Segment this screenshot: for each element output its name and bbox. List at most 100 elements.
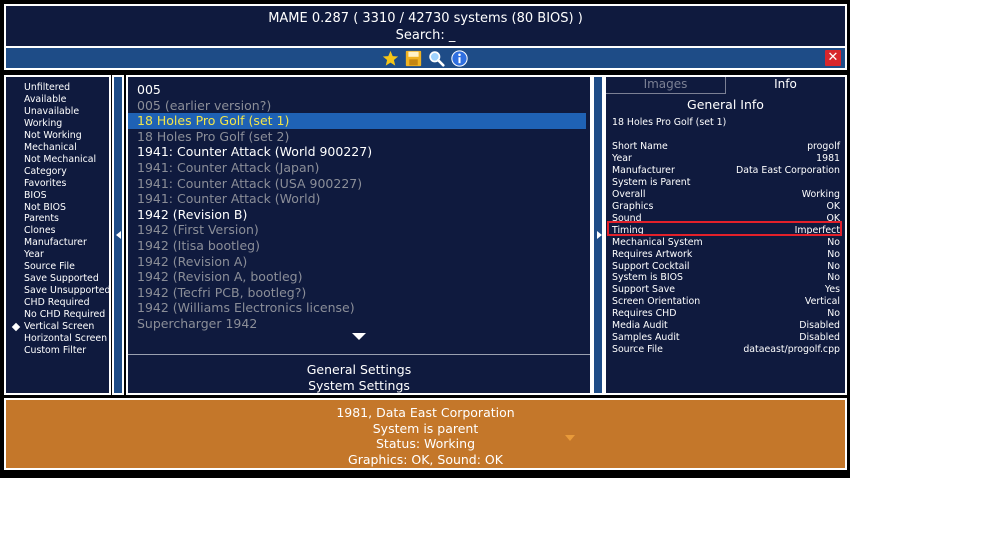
info-row: Requires CHD No	[612, 308, 840, 320]
left-panel-toggle[interactable]	[112, 75, 124, 395]
filter-item[interactable]: Mechanical	[6, 142, 109, 154]
game-list-item[interactable]: 1942 (Williams Electronics license)	[128, 300, 590, 316]
filter-label: Save Supported	[24, 273, 99, 285]
game-list-item[interactable]: 005 (earlier version?)	[128, 98, 590, 114]
info-value: Vertical	[804, 296, 840, 308]
game-list-item[interactable]: Supercharger 1942	[128, 316, 590, 332]
tab-images[interactable]: Images	[606, 77, 726, 94]
game-list-item[interactable]: 1942 (Revision B)	[128, 207, 590, 223]
filter-item[interactable]: Horizontal Screen	[6, 333, 109, 345]
settings-menu: General Settings System Settings	[128, 362, 590, 393]
game-list-item[interactable]: 18 Holes Pro Golf (set 2)	[128, 129, 590, 145]
filter-item[interactable]: Year	[6, 249, 109, 261]
info-value: Yes	[824, 284, 840, 296]
filter-item[interactable]: Category	[6, 166, 109, 178]
filter-label: BIOS	[24, 189, 47, 201]
system-settings-button[interactable]: System Settings	[128, 378, 590, 394]
info-row: Requires Artwork No	[612, 249, 840, 261]
filter-label: Year	[24, 249, 44, 261]
chevron-right-icon	[597, 231, 602, 239]
info-label: Support Save	[612, 284, 676, 296]
filter-item[interactable]: Source File	[6, 261, 109, 273]
info-table: Short Name progolf Year 1981 Manufacturer Dat…	[612, 141, 840, 356]
filter-item[interactable]: Not BIOS	[6, 202, 109, 214]
filter-label: CHD Required	[24, 297, 90, 309]
filter-item[interactable]: Working	[6, 118, 109, 130]
save-icon[interactable]	[405, 50, 422, 67]
chevron-down-icon[interactable]	[352, 333, 366, 340]
game-list-item[interactable]: 1941: Counter Attack (Japan)	[128, 160, 590, 176]
close-icon[interactable]: ✕	[825, 50, 841, 66]
game-list-item[interactable]: 1942 (Revision A, bootleg)	[128, 269, 590, 285]
game-list-item[interactable]: 18 Holes Pro Golf (set 1)	[128, 113, 586, 129]
filter-label: Not BIOS	[24, 201, 66, 213]
info-label: Support Cocktail	[612, 260, 690, 272]
info-label: System is Parent	[612, 176, 691, 188]
filter-label: No CHD Required	[24, 309, 106, 321]
filter-item[interactable]: Save Supported	[6, 273, 109, 285]
filter-item[interactable]: Custom Filter	[6, 345, 109, 357]
filter-label: Horizontal Screen	[24, 333, 108, 345]
filter-label: Not Working	[24, 129, 82, 141]
star-icon[interactable]	[382, 50, 399, 67]
filter-label: Not Mechanical	[24, 153, 97, 165]
tab-info[interactable]: Info	[726, 77, 845, 94]
filter-item[interactable]: Save Unsupported	[6, 285, 111, 297]
game-list-item[interactable]: 1942 (Revision A)	[128, 254, 590, 270]
filter-item[interactable]: Clones	[6, 225, 109, 237]
filter-item[interactable]: BIOS	[6, 190, 109, 202]
info-value: OK	[826, 200, 840, 212]
filter-label: Category	[24, 165, 67, 177]
status-bar: 1981, Data East Corporation System is par…	[4, 398, 847, 470]
filter-item[interactable]: Unfiltered	[6, 82, 109, 94]
info-value: dataeast/progolf.cpp	[743, 344, 840, 356]
info-value: No	[827, 236, 840, 248]
info-row: Samples Audit Disabled	[612, 332, 840, 344]
info-label: Year	[612, 152, 632, 164]
filter-label: Unavailable	[24, 105, 80, 117]
toolbar: ✕	[4, 48, 847, 70]
info-row: System is Parent	[612, 177, 840, 189]
filter-item[interactable]: Not Working	[6, 130, 109, 142]
filter-item[interactable]: Parents	[6, 213, 109, 225]
status-lines: 1981, Data East Corporation System is par…	[6, 400, 845, 467]
mouse-cursor-icon	[565, 435, 575, 441]
filter-item[interactable]: No CHD Required	[6, 309, 109, 321]
filter-label: Available	[24, 93, 67, 105]
info-label: Graphics	[612, 200, 654, 212]
game-list-item[interactable]: 005	[128, 82, 590, 98]
search-field[interactable]: Search: _	[6, 27, 845, 44]
filter-item[interactable]: Favorites	[6, 178, 109, 190]
filter-label: Mechanical	[24, 141, 77, 153]
info-row: Media Audit Disabled	[612, 320, 840, 332]
info-label: Source File	[612, 344, 663, 356]
game-list-item[interactable]: 1942 (Itisa bootleg)	[128, 238, 590, 254]
search-icon[interactable]	[428, 50, 445, 67]
info-label: Samples Audit	[612, 332, 680, 344]
info-label: Manufacturer	[612, 164, 675, 176]
info-value: No	[827, 308, 840, 320]
filter-item[interactable]: Vertical Screen	[6, 321, 109, 333]
info-icon[interactable]	[451, 50, 468, 67]
info-label: System is BIOS	[612, 272, 683, 284]
info-row: Graphics OK	[612, 201, 840, 213]
info-row: Overall Working	[612, 189, 840, 201]
right-panel-toggle[interactable]	[592, 75, 604, 395]
filter-item[interactable]: Manufacturer	[6, 237, 109, 249]
game-list-item[interactable]: 1942 (Tecfri PCB, bootleg?)	[128, 285, 590, 301]
info-label: Screen Orientation	[612, 296, 701, 308]
game-list-item[interactable]: 1941: Counter Attack (World)	[128, 191, 590, 207]
game-list-item[interactable]: 1941: Counter Attack (World 900227)	[128, 144, 590, 160]
filter-item[interactable]: Unavailable	[6, 106, 109, 118]
info-value: Disabled	[799, 332, 840, 344]
game-list-item[interactable]: 1942 (First Version)	[128, 222, 590, 238]
filter-item[interactable]: Available	[6, 94, 109, 106]
filter-item[interactable]: Not Mechanical	[6, 154, 109, 166]
filter-label: Source File	[24, 261, 75, 273]
general-settings-button[interactable]: General Settings	[128, 362, 590, 378]
filter-item[interactable]: CHD Required	[6, 297, 109, 309]
game-list-item[interactable]: 1941: Counter Attack (USA 900227)	[128, 176, 590, 192]
filter-label: Vertical Screen	[24, 321, 95, 333]
mame-window: MAME 0.287 ( 3310 / 42730 systems (80 BI…	[0, 0, 850, 478]
info-row: System is BIOS No	[612, 272, 840, 284]
